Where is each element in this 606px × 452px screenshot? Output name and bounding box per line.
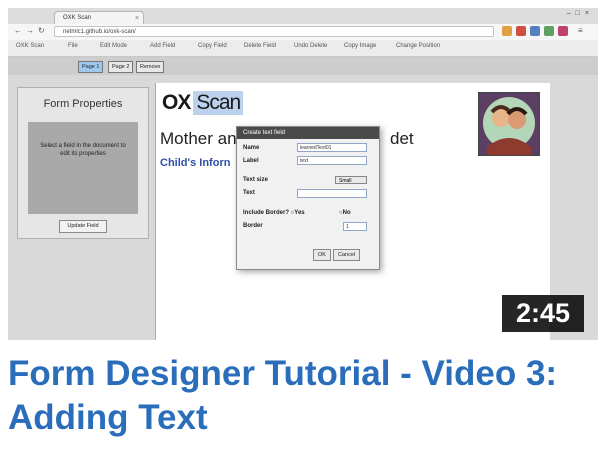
tab-title: OXK Scan xyxy=(63,15,92,21)
menu-item-undo-delete[interactable]: Undo Delete xyxy=(294,43,327,49)
avatar-image xyxy=(478,92,540,156)
page-1-button[interactable]: Page 1 xyxy=(78,61,104,73)
menu-item-copy-image[interactable]: Copy Image xyxy=(344,43,376,49)
text-size-label: Text size xyxy=(243,177,268,183)
reload-icon[interactable]: ↻ xyxy=(38,26,45,35)
cancel-button[interactable]: Cancel xyxy=(333,249,361,261)
video-thumbnail[interactable]: OXK Scan × –□× ← → ↻ netmlc1.github.io/o… xyxy=(8,8,598,340)
menu-item-brand[interactable]: OXK Scan xyxy=(16,43,44,49)
ok-button[interactable]: OK xyxy=(313,249,331,261)
back-icon[interactable]: ← xyxy=(14,26,22,35)
remove-page-button[interactable]: Remove xyxy=(136,61,165,73)
name-label: Name xyxy=(243,145,260,151)
border-yes-label: Yes xyxy=(294,210,305,216)
logo-suffix: Scan xyxy=(193,91,244,115)
extension-icon[interactable] xyxy=(502,26,512,36)
border-question: Include Border? ○Yes xyxy=(243,210,305,216)
menu-item-edit-mode[interactable]: Edit Mode xyxy=(100,43,127,49)
text-size-select[interactable]: Small xyxy=(335,176,367,184)
forward-icon[interactable]: → xyxy=(26,26,34,35)
menu-item-change-position[interactable]: Change Position xyxy=(396,43,440,49)
browser-chrome: OXK Scan × –□× ← → ↻ netmlc1.github.io/o… xyxy=(8,8,598,57)
document-title: Mother an xyxy=(160,129,237,148)
border-question-text: Include Border? xyxy=(243,210,291,216)
duration-badge: 2:45 xyxy=(502,295,584,332)
label-input[interactable]: text xyxy=(297,156,367,165)
update-field-button[interactable]: Update Field xyxy=(59,220,107,233)
label-label: Label xyxy=(243,158,259,164)
browser-tab[interactable]: OXK Scan × xyxy=(54,11,144,24)
logo: OX Scan xyxy=(162,91,244,115)
url-input[interactable]: netmlc1.github.io/oxk-scan/ xyxy=(54,26,494,37)
extension-icon[interactable] xyxy=(558,26,568,36)
text-input[interactable] xyxy=(297,189,367,198)
page-2-button[interactable]: Page 2 xyxy=(108,61,134,73)
extension-icon[interactable] xyxy=(516,26,526,36)
create-text-field-dialog: Create text field Name learnedText01 Lab… xyxy=(236,126,380,270)
document-section-heading: Child's Inforn xyxy=(160,157,231,169)
window-controls[interactable]: –□× xyxy=(567,10,594,17)
address-bar-row: ← → ↻ netmlc1.github.io/oxk-scan/ ≡ xyxy=(8,24,598,40)
properties-hint: Select a field in the document to edit i… xyxy=(28,122,138,214)
menu-icon[interactable]: ≡ xyxy=(578,26,583,35)
logo-prefix: OX xyxy=(162,91,191,114)
border-input[interactable]: 1 xyxy=(343,222,367,231)
extension-icon[interactable] xyxy=(544,26,554,36)
avatar-illustration xyxy=(479,93,539,155)
page-toolbar: Page 1 Page 2 Remove xyxy=(8,57,598,75)
tab-strip: OXK Scan × –□× xyxy=(8,8,598,24)
extension-icon[interactable] xyxy=(530,26,540,36)
menu-item-file[interactable]: File xyxy=(68,43,78,49)
menu-item-add-field[interactable]: Add Field xyxy=(150,43,175,49)
border-label: Border xyxy=(243,223,263,229)
document-title-end: det xyxy=(390,129,414,148)
border-no-label: No xyxy=(342,210,351,216)
form-properties-panel: Form Properties Select a field in the do… xyxy=(17,87,149,239)
video-title-link[interactable]: Form Designer Tutorial - Video 3: Adding… xyxy=(8,352,600,440)
app-menu-bar: OXK Scan File Edit Mode Add Field Copy F… xyxy=(8,40,598,57)
border-no-option[interactable]: ○No xyxy=(339,210,351,216)
text-label: Text xyxy=(243,190,255,196)
menu-item-delete-field[interactable]: Delete Field xyxy=(244,43,276,49)
menu-item-copy-field[interactable]: Copy Field xyxy=(198,43,227,49)
panel-title: Form Properties xyxy=(43,98,123,110)
dialog-title: Create text field xyxy=(237,127,379,139)
name-input[interactable]: learnedText01 xyxy=(297,143,367,152)
